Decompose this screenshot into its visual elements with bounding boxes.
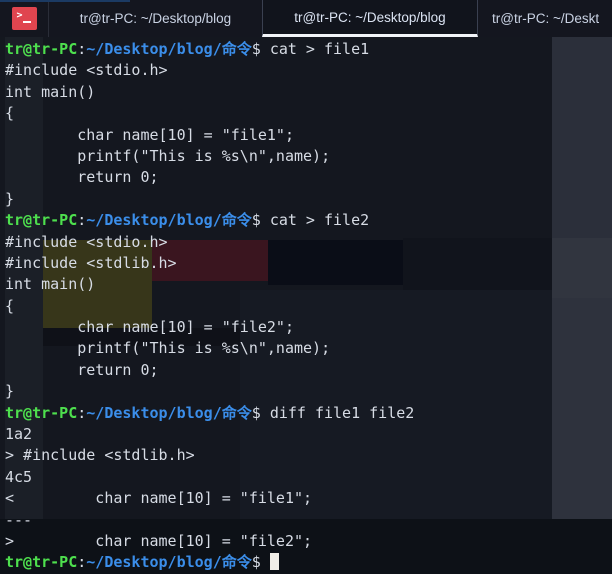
terminal-output-text: > #include <stdlib.h> xyxy=(5,446,195,465)
prompt-sigil: $ xyxy=(251,40,270,58)
terminal-output-text: 1a2 xyxy=(5,425,33,444)
terminal-output-line: --- xyxy=(0,510,612,531)
terminal-output-line: return 0; xyxy=(0,167,612,188)
terminal-output-text: int main() xyxy=(5,82,96,101)
prompt-sigil: $ xyxy=(251,403,270,422)
terminal-prompt-line: tr@tr-PC:~/Desktop/blog/命令$ diff file1 f… xyxy=(0,403,612,424)
terminal-output-line: } xyxy=(0,189,612,210)
prompt-path: ~/Desktop/blog/命令 xyxy=(86,40,252,58)
terminal-output-line: #include <stdio.h> xyxy=(0,60,612,81)
terminal-output-text: } xyxy=(5,382,15,401)
prompt-path: ~/Desktop/blog/命令 xyxy=(86,403,252,422)
terminal-output-text: return 0; xyxy=(5,360,159,379)
terminal-command: cat > file1 xyxy=(269,40,370,58)
terminal-output-text: --- xyxy=(5,510,33,529)
terminal-output-text: printf("This is %s\n",name); xyxy=(5,339,331,358)
terminal-command: diff file1 file2 xyxy=(269,403,415,422)
prompt-colon: : xyxy=(77,211,87,230)
terminal-icon: > xyxy=(11,7,37,30)
prompt-colon: : xyxy=(77,553,87,572)
desktop-background: > tr@tr-PC: ~/Desktop/blog tr@tr-PC: ~/D… xyxy=(0,0,612,571)
prompt-path: ~/Desktop/blog/命令 xyxy=(86,553,252,572)
terminal-output-text: #include <stdio.h> xyxy=(5,61,168,80)
terminal-output[interactable]: tr@tr-PC:~/Desktop/blog/命令$ cat > file1 #… xyxy=(0,37,612,574)
terminal-prompt-line: tr@tr-PC:~/Desktop/blog/命令$ xyxy=(0,552,612,573)
prompt-user-host: tr@tr-PC xyxy=(5,403,78,422)
tab-1-active[interactable]: tr@tr-PC: ~/Desktop/blog xyxy=(262,0,478,37)
terminal-output-text: char name[10] = "file2"; xyxy=(5,318,294,337)
terminal-output-line: > char name[10] = "file2"; xyxy=(0,531,612,552)
terminal-output-line: char name[10] = "file2"; xyxy=(0,317,612,338)
terminal-output-line: char name[10] = "file1"; xyxy=(0,125,612,146)
prompt-user-host: tr@tr-PC xyxy=(5,211,78,230)
terminal-output-text: { xyxy=(5,104,15,123)
terminal-output-line: 4c5 xyxy=(0,467,612,488)
terminal-output-text: #include <stdlib.h> xyxy=(5,253,177,272)
terminal-cursor xyxy=(269,553,279,571)
tab-2[interactable]: tr@tr-PC: ~/Deskt xyxy=(478,0,612,37)
terminal-prompt-line: tr@tr-PC:~/Desktop/blog/命令$ cat > file2 xyxy=(0,210,612,231)
prompt-sigil: $ xyxy=(251,211,270,230)
tab-0[interactable]: tr@tr-PC: ~/Desktop/blog xyxy=(49,0,262,37)
terminal-output-text: #include <stdio.h> xyxy=(5,232,168,251)
prompt-colon: : xyxy=(77,40,87,58)
terminal-output-line: #include <stdlib.h> xyxy=(0,253,612,274)
terminal-output-line: #include <stdio.h> xyxy=(0,232,612,253)
terminal-output-text: char name[10] = "file1"; xyxy=(5,125,294,144)
terminal-output-line: return 0; xyxy=(0,360,612,381)
terminal-command: cat > file2 xyxy=(269,211,370,230)
terminal-output-text: 4c5 xyxy=(5,467,33,486)
prompt-chevron-icon: > xyxy=(16,10,23,21)
prompt-path: ~/Desktop/blog/命令 xyxy=(86,211,252,230)
terminal-output-text: { xyxy=(5,296,15,315)
terminal-output-text: } xyxy=(5,189,15,208)
tabbar-accent-line xyxy=(0,0,130,2)
terminal-output-line: 1a2 xyxy=(0,424,612,445)
terminal-tab-bar: > tr@tr-PC: ~/Desktop/blog tr@tr-PC: ~/D… xyxy=(0,0,612,37)
terminal-output-line: > #include <stdlib.h> xyxy=(0,445,612,466)
prompt-sigil: $ xyxy=(251,553,270,572)
terminal-output-text: int main() xyxy=(5,275,96,294)
terminal-output-line: { xyxy=(0,103,612,124)
terminal-output-line: } xyxy=(0,381,612,402)
prompt-colon: : xyxy=(77,403,87,422)
terminal-output-line: < char name[10] = "file1"; xyxy=(0,488,612,509)
prompt-user-host: tr@tr-PC xyxy=(5,553,78,572)
terminal-output-line: { xyxy=(0,296,612,317)
terminal-output-text: < char name[10] = "file1"; xyxy=(5,489,313,508)
terminal-output-line: printf("This is %s\n",name); xyxy=(0,338,612,359)
terminal-output-text: return 0; xyxy=(5,168,159,187)
prompt-underscore-icon xyxy=(22,21,31,23)
terminal-output-line: int main() xyxy=(0,274,612,295)
prompt-user-host: tr@tr-PC xyxy=(5,40,78,58)
terminal-prompt-line: tr@tr-PC:~/Desktop/blog/命令$ cat > file1 xyxy=(0,39,612,60)
terminal-output-line: int main() xyxy=(0,82,612,103)
terminal-output-text: > char name[10] = "file2"; xyxy=(5,531,313,550)
app-icon-cell[interactable]: > xyxy=(0,0,49,37)
terminal-output-line: printf("This is %s\n",name); xyxy=(0,146,612,167)
terminal-output-text: printf("This is %s\n",name); xyxy=(5,146,331,165)
